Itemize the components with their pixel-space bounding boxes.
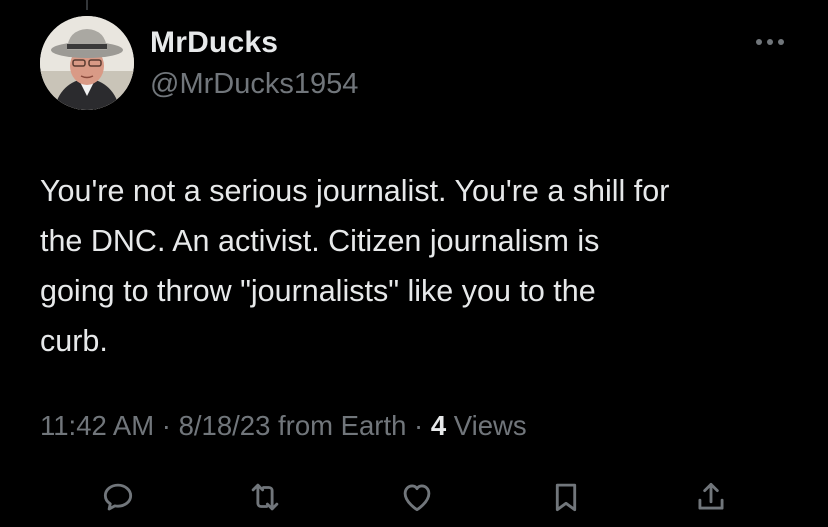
tweet-source: from Earth (278, 410, 407, 441)
reply-icon (103, 483, 133, 511)
avatar-image (40, 16, 134, 110)
share-icon (698, 482, 724, 510)
more-options-button[interactable] (752, 30, 788, 54)
retweet-icon (251, 483, 279, 511)
tweet-date[interactable]: 8/18/23 (179, 410, 271, 441)
like-button[interactable] (394, 474, 440, 520)
tweet-text: You're not a serious journalist. You're … (40, 174, 670, 358)
retweet-button[interactable] (242, 474, 288, 520)
meta-separator: · (161, 410, 171, 441)
display-name[interactable]: MrDucks (150, 26, 278, 60)
bookmark-button[interactable] (543, 474, 589, 520)
views-label[interactable]: Views (454, 410, 527, 441)
views-count[interactable]: 4 (431, 410, 446, 441)
heart-icon (403, 484, 431, 512)
share-button[interactable] (688, 474, 734, 520)
tweet-time[interactable]: 11:42 AM (40, 410, 154, 441)
action-bar (0, 474, 828, 524)
reply-button[interactable] (95, 474, 141, 520)
avatar[interactable] (40, 16, 134, 110)
user-handle[interactable]: @MrDucks1954 (150, 68, 358, 101)
bookmark-icon (555, 483, 577, 512)
meta-separator: · (414, 410, 424, 441)
thread-connector-line (86, 0, 88, 10)
more-horizontal-icon (756, 39, 784, 45)
tweet-metadata: 11:42 AM · 8/18/23 from Earth · 4 Views (40, 410, 527, 442)
